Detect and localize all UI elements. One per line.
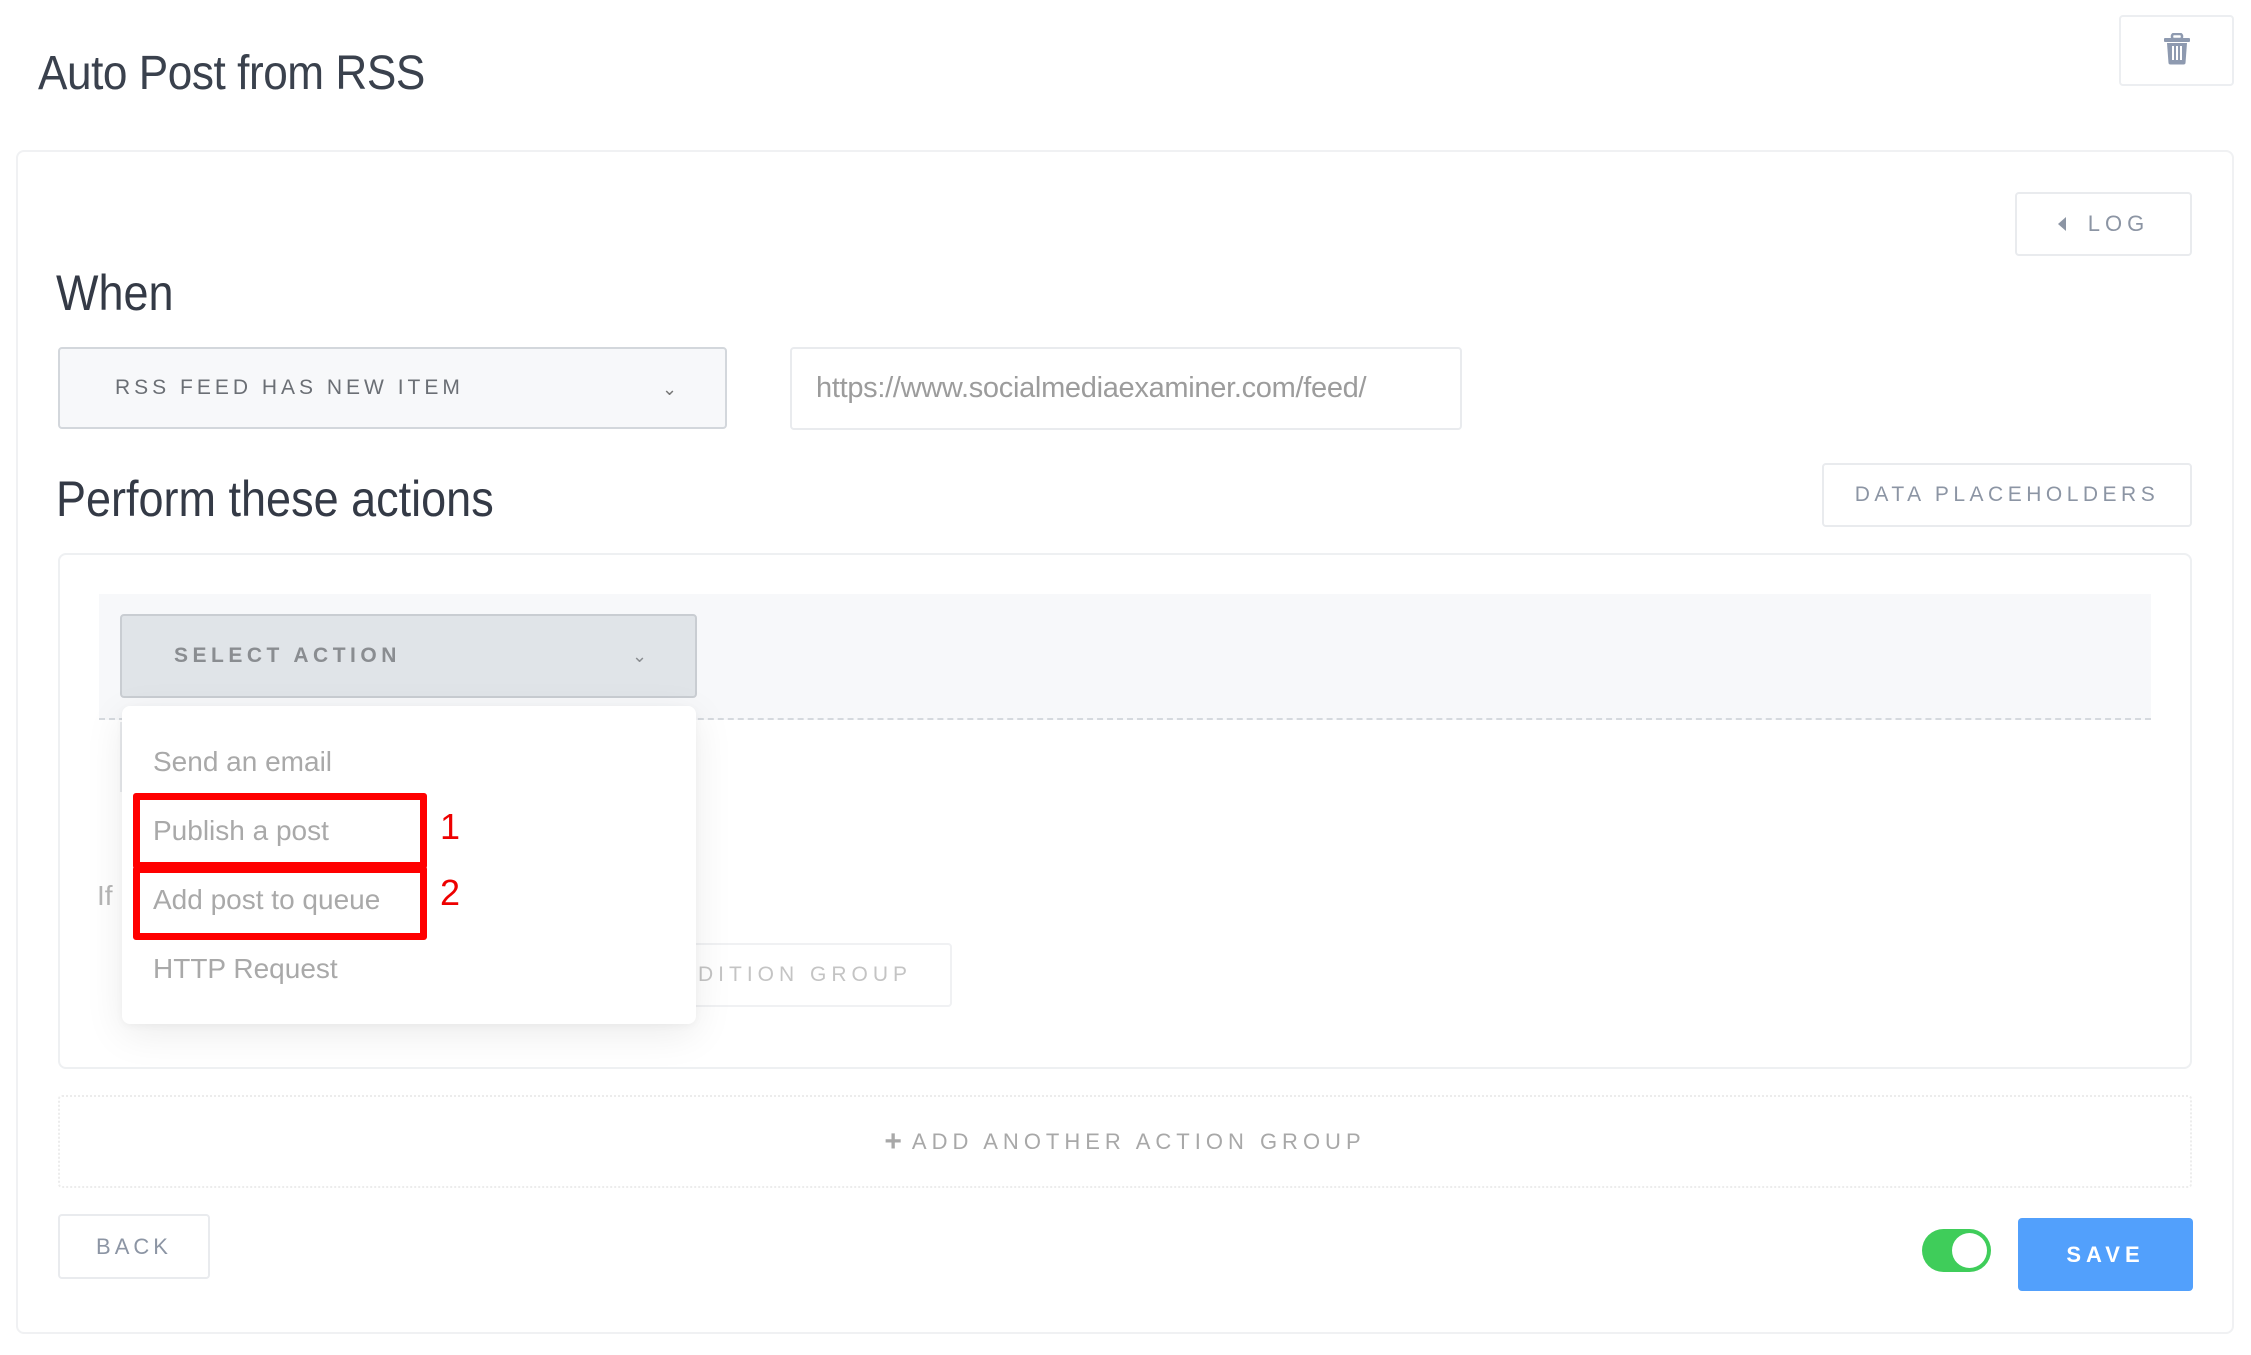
back-button[interactable]: BACK — [58, 1214, 210, 1279]
page-title: Auto Post from RSS — [38, 47, 425, 100]
feed-url-input[interactable] — [790, 347, 1462, 430]
chevron-down-icon: ⌄ — [632, 646, 648, 666]
data-placeholders-button[interactable]: DATA PLACEHOLDERS — [1822, 463, 2192, 527]
annotation-number-1: 1 — [440, 806, 461, 847]
enabled-toggle[interactable] — [1922, 1229, 1991, 1272]
actions-heading: Perform these actions — [56, 471, 494, 527]
plus-icon: + — [884, 1124, 902, 1158]
log-button-label: LOG — [2087, 211, 2150, 236]
menu-item-http-request[interactable]: HTTP Request — [153, 953, 338, 985]
log-button[interactable]: LOG — [2015, 192, 2192, 256]
save-button[interactable]: SAVE — [2018, 1218, 2193, 1291]
when-heading: When — [56, 265, 174, 321]
trigger-select-value: RSS FEED HAS NEW ITEM — [115, 376, 464, 399]
action-select-value: SELECT ACTION — [174, 644, 401, 667]
caret-left-icon — [2057, 217, 2066, 231]
annotation-box-2 — [133, 866, 427, 940]
chevron-down-icon: ⌄ — [662, 379, 678, 399]
menu-item-send-email[interactable]: Send an email — [153, 746, 332, 778]
add-action-group-label: ADD ANOTHER ACTION GROUP — [911, 1128, 1366, 1154]
add-action-group-button[interactable]: + ADD ANOTHER ACTION GROUP — [58, 1095, 2192, 1188]
condition-if-label: If — [97, 880, 113, 911]
trigger-select[interactable]: RSS FEED HAS NEW ITEM ⌄ — [58, 347, 727, 429]
annotation-number-2: 2 — [440, 872, 461, 913]
toggle-knob — [1952, 1233, 1987, 1268]
action-select[interactable]: SELECT ACTION ⌄ — [120, 614, 697, 698]
annotation-box-1 — [133, 793, 427, 869]
delete-button[interactable] — [2119, 15, 2234, 86]
trash-icon — [2163, 32, 2191, 68]
